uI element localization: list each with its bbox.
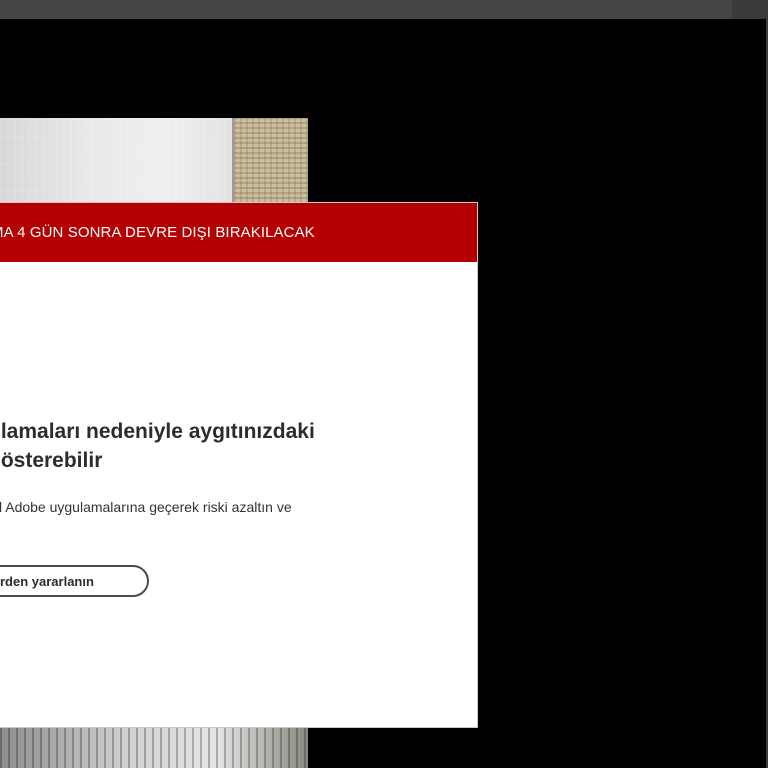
warning-banner: MA 4 GÜN SONRA DEVRE DIŞI BIRAKILACAK: [0, 203, 477, 262]
photo-bottom-edge: [0, 728, 308, 768]
headline-line-1: ulamaları nedeniyle aygıtınızdaki: [0, 420, 315, 443]
top-bar-corner: [732, 0, 768, 19]
benefit-button[interactable]: rden yararlanın: [0, 565, 149, 597]
top-bar: [0, 0, 768, 19]
dialog-headline: ulamaları nedeniyle aygıtınızdaki göster…: [0, 417, 428, 475]
headline-line-2: gösterebilir: [0, 449, 103, 472]
screen: MA 4 GÜN SONRA DEVRE DIŞI BIRAKILACAK ul…: [0, 0, 768, 768]
dialog-body: l Adobe uygulamalarına geçerek riski aza…: [0, 499, 292, 515]
banner-text: MA 4 GÜN SONRA DEVRE DIŞI BIRAKILACAK: [0, 224, 315, 241]
photo-woven-strip: [234, 118, 308, 204]
warning-dialog: MA 4 GÜN SONRA DEVRE DIŞI BIRAKILACAK ul…: [0, 203, 477, 727]
